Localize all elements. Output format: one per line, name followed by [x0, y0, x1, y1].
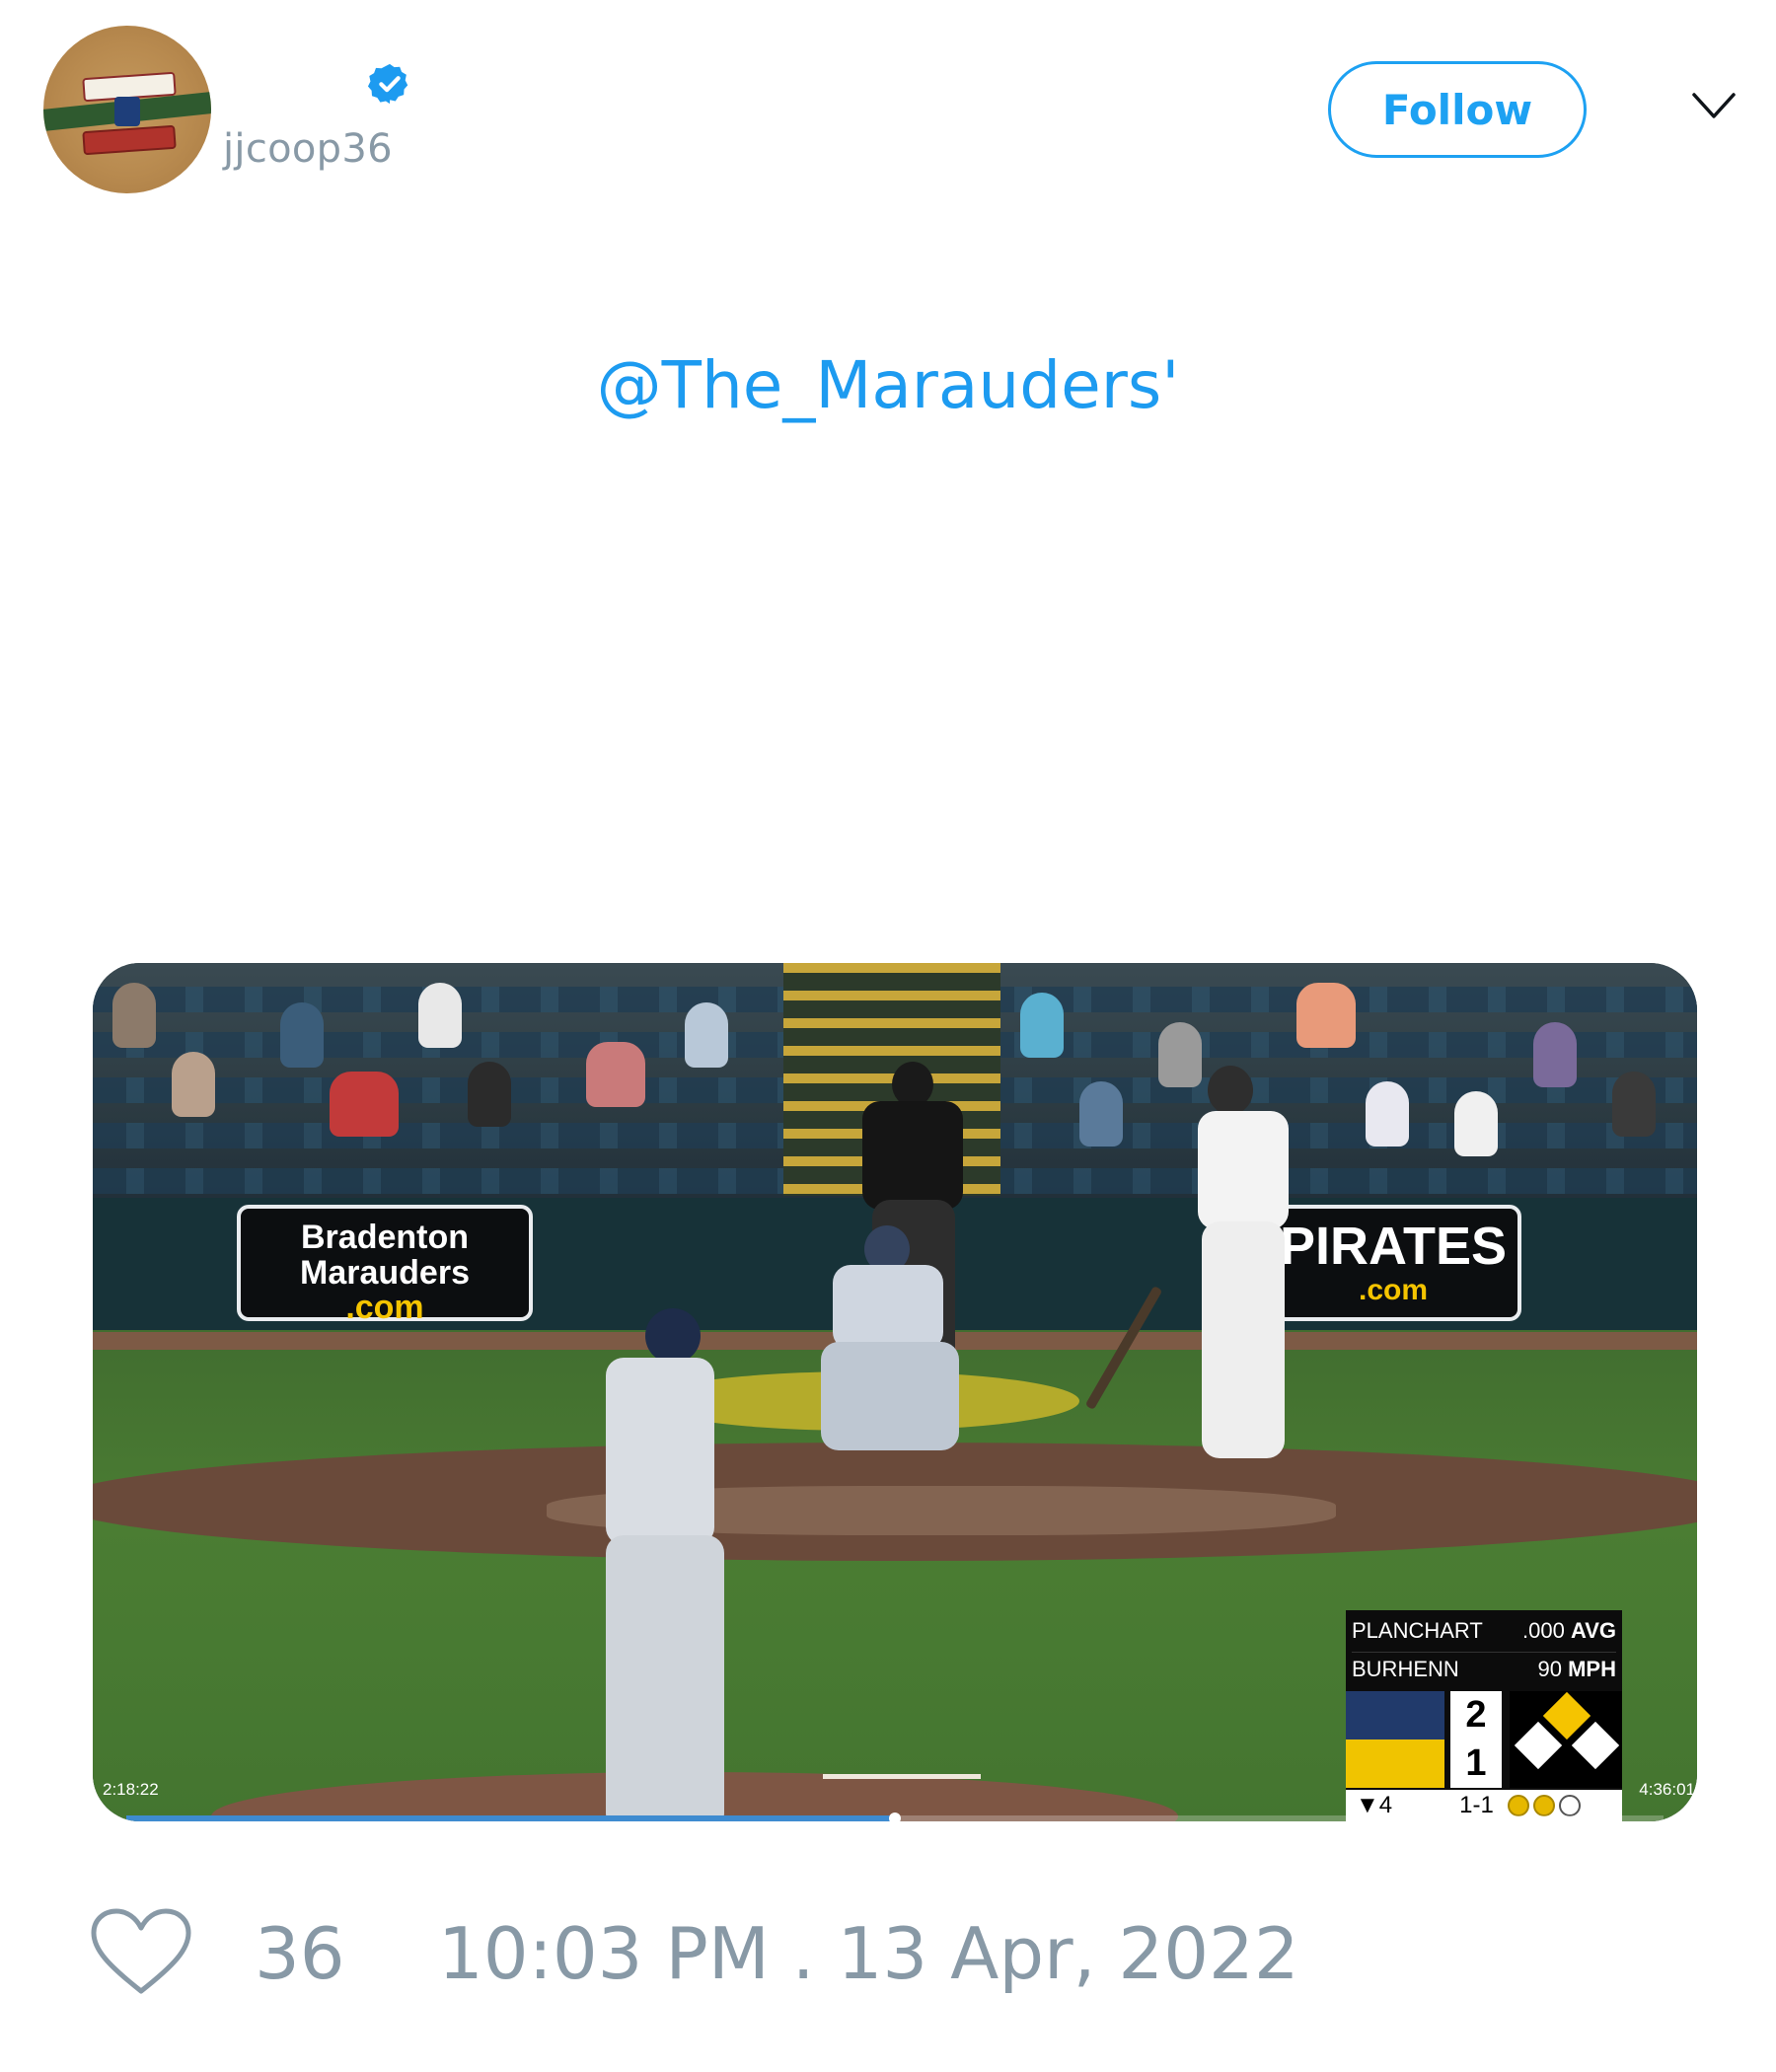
heart-icon[interactable] [89, 1906, 193, 1997]
batter-name: PLANCHART [1352, 1618, 1483, 1643]
mlb-logo-icon [114, 97, 140, 126]
elapsed-time: 2:18:22 [103, 1780, 159, 1799]
batter-stat: .000 [1522, 1618, 1565, 1643]
pitcher-name: BURHENN [1352, 1657, 1459, 1681]
progress-scrubber[interactable] [889, 1813, 901, 1821]
team-logos [1346, 1691, 1444, 1788]
home-runs: 1 [1465, 1742, 1487, 1784]
progress-bar[interactable] [126, 1813, 1664, 1821]
video-player[interactable]: Bradenton Marauders .com PIRATES .com PL… [93, 963, 1697, 1821]
tweet-timestamp[interactable]: 10:03 PM . 13 Apr, 2022 [438, 1912, 1299, 1995]
mention-link[interactable]: @The_Marauders' [0, 347, 1776, 423]
pitch-speed: 90 [1537, 1657, 1562, 1681]
bases-diamond-icon [1510, 1691, 1622, 1788]
like-count: 36 [255, 1912, 345, 1995]
progress-fill [126, 1815, 895, 1821]
sign-pirates: PIRATES .com [1265, 1205, 1521, 1321]
avatar-ribbon-bottom [82, 124, 177, 156]
scoreboard-overlay: PLANCHART .000 AVG BURHENN 90 MPH 2 1 ▼4… [1346, 1610, 1622, 1821]
inning-half-icon: ▼ [1356, 1792, 1379, 1818]
runs-column: 2 1 [1450, 1691, 1502, 1788]
avatar[interactable] [43, 26, 211, 193]
user-handle[interactable]: jjcoop36 [223, 126, 393, 172]
batter-stat-label: AVG [1570, 1618, 1616, 1643]
follow-button[interactable]: Follow [1328, 61, 1587, 158]
pitch-speed-label: MPH [1568, 1657, 1616, 1681]
outs-indicator [1507, 1795, 1581, 1816]
duration-time: 4:36:01 [1639, 1780, 1695, 1799]
away-runs: 2 [1465, 1694, 1487, 1736]
sign-bradenton-marauders: Bradenton Marauders .com [237, 1205, 533, 1325]
chevron-down-icon[interactable] [1690, 89, 1738, 122]
verified-badge-icon [367, 63, 408, 105]
